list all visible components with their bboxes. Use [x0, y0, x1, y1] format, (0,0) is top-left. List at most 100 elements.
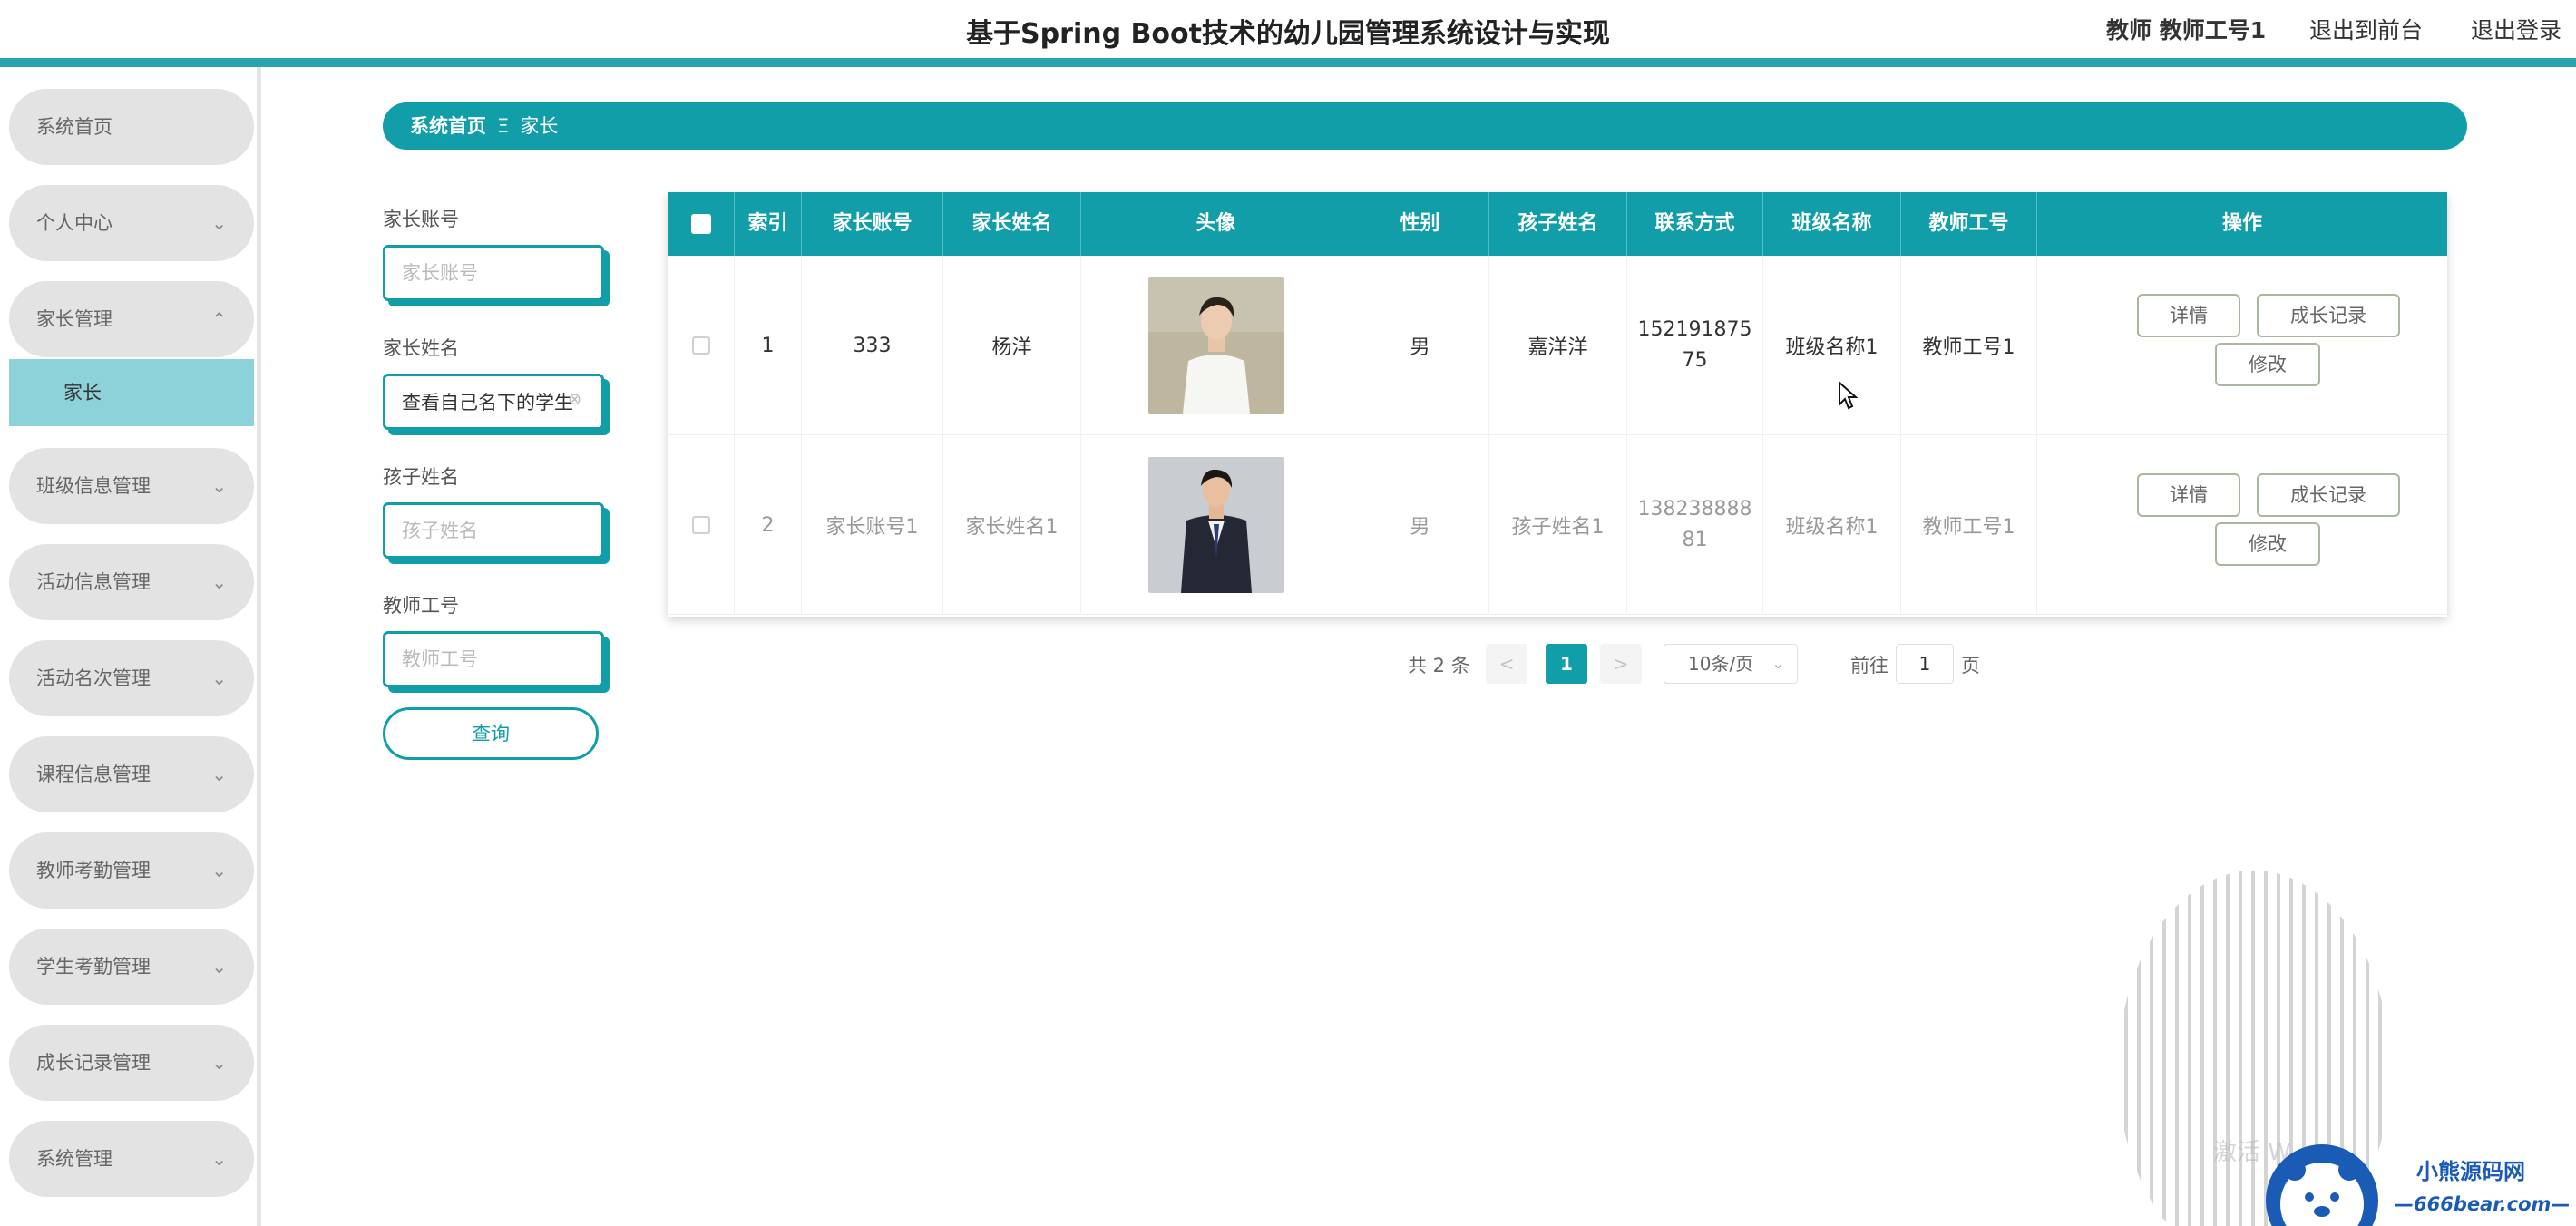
phone-line: 75 [1682, 349, 1708, 372]
account-cell: 家长账号1 [802, 435, 943, 615]
chevron-down-icon: ⌄ [211, 571, 227, 593]
goto-label: 前往 [1850, 655, 1888, 676]
edit-button[interactable]: 修改 [2215, 522, 2320, 566]
column-header[interactable]: 班级名称 [1763, 192, 1901, 256]
column-header[interactable]: 孩子姓名 [1489, 192, 1627, 256]
pagination-total: 共 2 条 [1408, 655, 1470, 676]
detail-button[interactable]: 详情 [2137, 294, 2240, 337]
mouse-cursor-icon [1839, 381, 1858, 410]
chevron-down-icon: ⌄ [211, 667, 227, 689]
breadcrumb: 系统首页 Ξ 家长 [383, 102, 2467, 150]
name-cell: 杨洋 [943, 256, 1081, 435]
sidebar-item-personal-center[interactable]: 个人中心 ⌄ [9, 185, 254, 261]
sidebar-item-label: 活动名次管理 [36, 667, 151, 689]
next-page-button[interactable]: > [1600, 644, 1642, 684]
column-header[interactable]: 教师工号 [1901, 192, 2037, 256]
teacher-id-label: 教师工号 [383, 595, 459, 617]
column-header[interactable]: 联系方式 [1627, 192, 1763, 256]
parent-account-input[interactable] [383, 245, 604, 301]
page-size-select[interactable]: 10条/页 ⌄ [1664, 644, 1798, 684]
logo-name: 小熊源码网 [2416, 1159, 2525, 1184]
class-name-cell: 班级名称1 [1763, 435, 1901, 615]
teacher-id-cell: 教师工号1 [1901, 435, 2037, 615]
row-checkbox[interactable] [691, 516, 710, 534]
row-checkbox[interactable] [691, 336, 710, 355]
sidebar-subitem-parent[interactable]: 家长 [9, 359, 254, 426]
sidebar-item-home[interactable]: 系统首页 [9, 89, 254, 165]
sidebar-item-course-info[interactable]: 课程信息管理 ⌄ [9, 736, 254, 812]
actions-cell: 详情 成长记录 修改 [2037, 435, 2447, 615]
sidebar-item-label: 成长记录管理 [36, 1052, 151, 1074]
page-label: 页 [1961, 655, 1980, 676]
growth-record-button[interactable]: 成长记录 [2257, 473, 2400, 517]
chevron-down-icon: ⌄ [211, 860, 227, 881]
avatar [1147, 457, 1284, 593]
sidebar-item-label: 家长管理 [36, 308, 112, 330]
sidebar-item-class-info[interactable]: 班级信息管理 ⌄ [9, 448, 254, 524]
chevron-down-icon: ⌄ [211, 764, 227, 785]
sidebar-item-label: 系统首页 [36, 116, 112, 138]
column-header[interactable]: 头像 [1081, 192, 1351, 256]
growth-record-button[interactable]: 成长记录 [2257, 294, 2400, 337]
sidebar-item-growth-records[interactable]: 成长记录管理 ⌄ [9, 1025, 254, 1101]
sidebar-item-student-attendance[interactable]: 学生考勤管理 ⌄ [9, 929, 254, 1005]
sidebar-item-activity-info[interactable]: 活动信息管理 ⌄ [9, 544, 254, 620]
teacher-id-input[interactable] [383, 631, 604, 687]
child-name-cell: 孩子姓名1 [1489, 435, 1627, 615]
back-to-front-link[interactable]: 退出到前台 [2309, 13, 2423, 45]
header-accent-bar [0, 58, 2576, 67]
current-user: 教师 教师工号1 [2106, 17, 2267, 44]
edit-button[interactable]: 修改 [2215, 343, 2320, 386]
parent-name-label: 家长姓名 [383, 337, 459, 359]
parents-table: 索引 家长账号 家长姓名 头像 性别 孩子姓名 联系方式 班级名称 教师工号 操… [668, 192, 2447, 617]
breadcrumb-home-link[interactable]: 系统首页 [410, 115, 486, 137]
page-number-button[interactable]: 1 [1546, 644, 1587, 684]
select-all-header [668, 192, 735, 256]
sidebar-item-parent-management[interactable]: 家长管理 ⌃ [9, 281, 254, 357]
phone-line: 138238888 [1637, 498, 1752, 521]
column-header: 操作 [2221, 212, 2262, 235]
chevron-up-icon: ⌃ [211, 308, 227, 330]
child-name-cell: 嘉洋洋 [1489, 256, 1627, 435]
phone-cell: 138238888 81 [1627, 435, 1763, 615]
sidebar-item-teacher-attendance[interactable]: 教师考勤管理 ⌄ [9, 832, 254, 909]
phone-cell: 152191875 75 [1627, 256, 1763, 435]
column-header[interactable]: 家长账号 [802, 192, 943, 256]
clear-icon[interactable]: ⊗ [568, 390, 581, 409]
chevron-down-icon: ⌄ [211, 212, 227, 234]
chevron-down-icon: ⌄ [211, 475, 227, 497]
row-select-cell [668, 435, 735, 615]
child-name-label: 孩子姓名 [383, 466, 459, 488]
sidebar-item-label: 活动信息管理 [36, 571, 151, 593]
breadcrumb-separator-icon: Ξ [497, 115, 510, 137]
index-cell: 1 [735, 256, 802, 435]
table-row: 1 333 杨洋 男 嘉洋洋 152191875 75 班级名称1 教师工号1 … [668, 256, 2447, 435]
sidebar-item-label: 课程信息管理 [36, 764, 151, 785]
actions-cell: 详情 成长记录 修改 [2037, 256, 2447, 435]
goto-page-input[interactable] [1896, 644, 1954, 684]
chevron-down-icon: ⌄ [1771, 655, 1784, 672]
prev-page-button[interactable]: < [1486, 644, 1527, 684]
sidebar-item-system-management[interactable]: 系统管理 ⌄ [9, 1121, 254, 1197]
sidebar-item-label: 班级信息管理 [36, 475, 151, 497]
column-header[interactable]: 索引 [735, 192, 802, 256]
child-name-input[interactable] [383, 502, 604, 559]
sidebar-item-label: 教师考勤管理 [36, 860, 151, 881]
column-header[interactable]: 性别 [1351, 192, 1489, 256]
column-header[interactable]: 家长姓名 [943, 192, 1081, 256]
phone-line: 81 [1682, 529, 1708, 551]
table-row: 2 家长账号1 家长姓名1 男 孩子姓名1 138238888 81 班级名称1… [668, 435, 2447, 615]
query-button[interactable]: 查询 [383, 707, 599, 760]
page-size-value: 10条/页 [1688, 653, 1754, 675]
sidebar-item-activity-ranking[interactable]: 活动名次管理 ⌄ [9, 640, 254, 716]
class-name-cell: 班级名称1 [1763, 256, 1901, 435]
select-all-checkbox[interactable] [690, 214, 711, 234]
logout-link[interactable]: 退出登录 [2471, 13, 2561, 45]
detail-button[interactable]: 详情 [2137, 473, 2240, 517]
breadcrumb-current: 家长 [520, 115, 559, 137]
logo-url: —666bear.com— [2395, 1193, 2571, 1215]
sidebar-subitem-label: 家长 [63, 382, 102, 404]
gender-cell: 男 [1351, 256, 1489, 435]
name-cell: 家长姓名1 [943, 435, 1081, 615]
index-cell: 2 [735, 435, 802, 615]
